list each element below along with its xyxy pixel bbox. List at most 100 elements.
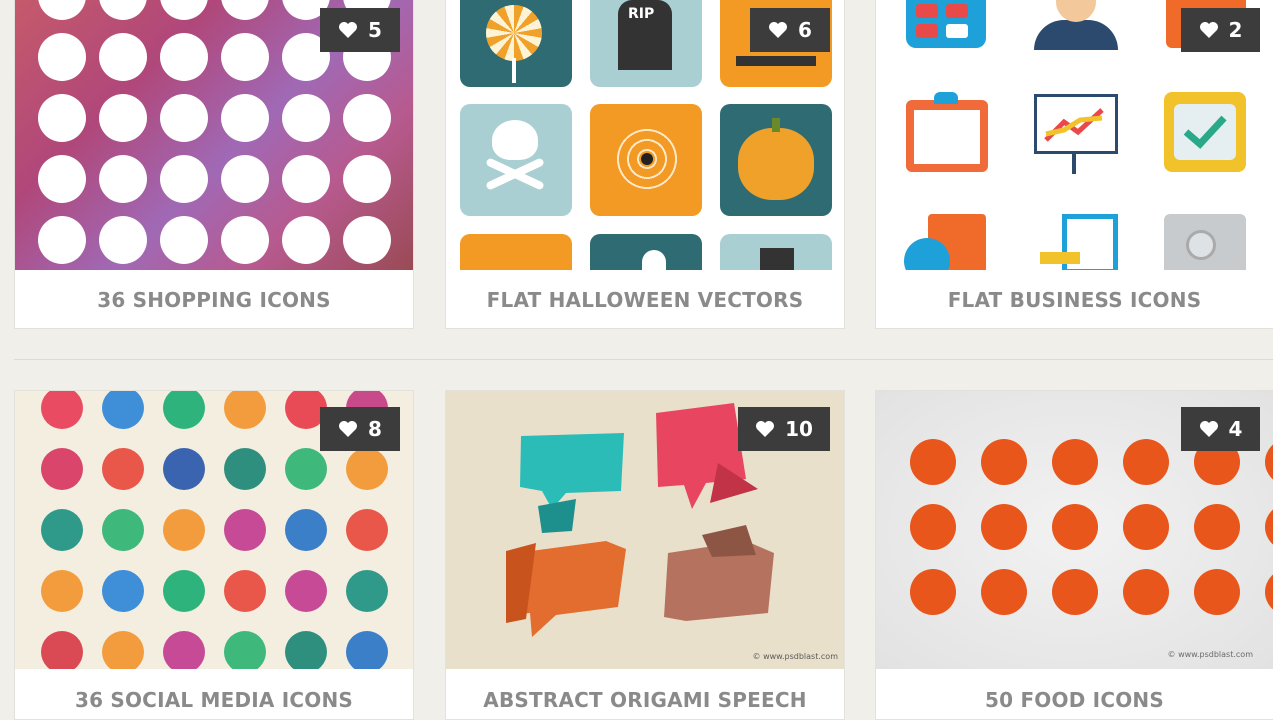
clipboard-paper bbox=[914, 110, 980, 164]
social-media-icon bbox=[163, 448, 205, 490]
calc-key bbox=[946, 24, 968, 38]
social-media-icon bbox=[163, 570, 205, 612]
shopping-icon bbox=[160, 216, 208, 264]
spider-icon bbox=[641, 153, 653, 165]
halloween-tile bbox=[460, 234, 572, 270]
food-icon bbox=[1052, 439, 1098, 485]
like-button[interactable]: 4 bbox=[1181, 407, 1260, 451]
calc-key bbox=[946, 4, 968, 18]
shopping-icon bbox=[38, 94, 86, 142]
shopping-icon bbox=[343, 155, 391, 203]
food-icon bbox=[1265, 504, 1273, 550]
social-media-icon bbox=[163, 509, 205, 551]
shopping-icon bbox=[221, 33, 269, 81]
social-media-icon bbox=[285, 509, 327, 551]
food-icon bbox=[981, 504, 1027, 550]
watermark-text: © www.psdblast.com bbox=[752, 652, 838, 661]
shopping-icon bbox=[343, 216, 391, 264]
card-title[interactable]: 36 SHOPPING ICONS bbox=[15, 288, 413, 312]
social-media-icon bbox=[163, 391, 205, 429]
social-media-icon bbox=[41, 631, 83, 669]
like-count: 2 bbox=[1228, 18, 1243, 42]
heart-icon bbox=[756, 421, 775, 437]
calc-key bbox=[916, 24, 938, 38]
clipboard-clip bbox=[934, 92, 958, 104]
growth-chart-icon bbox=[1044, 108, 1104, 142]
checkmark-icon bbox=[1183, 115, 1227, 149]
shopping-icon bbox=[160, 33, 208, 81]
shopping-icon bbox=[99, 33, 147, 81]
food-icon bbox=[910, 504, 956, 550]
food-icon bbox=[910, 439, 956, 485]
social-media-icon bbox=[41, 570, 83, 612]
shopping-icon bbox=[38, 216, 86, 264]
social-media-icon bbox=[224, 448, 266, 490]
social-media-icon bbox=[41, 448, 83, 490]
skull-icon bbox=[492, 120, 538, 160]
shopping-icon bbox=[99, 216, 147, 264]
shopping-icon bbox=[38, 155, 86, 203]
shopping-icon bbox=[343, 94, 391, 142]
like-button[interactable]: 8 bbox=[320, 407, 400, 451]
ghost-icon bbox=[642, 250, 666, 270]
card-title[interactable]: ABSTRACT ORIGAMI SPEECH bbox=[446, 688, 844, 712]
food-icon bbox=[1052, 504, 1098, 550]
food-icon bbox=[1194, 569, 1240, 615]
lollipop-stick bbox=[512, 58, 516, 83]
heart-icon bbox=[1199, 421, 1218, 437]
heart-icon bbox=[339, 421, 358, 437]
pumpkin-stem bbox=[772, 118, 780, 132]
businessman-head bbox=[1056, 0, 1096, 22]
transfer-arrow bbox=[1040, 252, 1080, 264]
like-button[interactable]: 2 bbox=[1181, 8, 1260, 52]
social-media-icon bbox=[163, 631, 205, 669]
food-icon bbox=[1265, 439, 1273, 485]
food-icon bbox=[1052, 569, 1098, 615]
pumpkin-icon bbox=[738, 128, 814, 200]
like-count: 10 bbox=[785, 417, 813, 441]
social-media-icon bbox=[346, 448, 388, 490]
shopping-icon bbox=[160, 94, 208, 142]
shopping-icon bbox=[99, 0, 147, 20]
businessman-icon bbox=[1034, 20, 1118, 50]
food-icon bbox=[1123, 439, 1169, 485]
shopping-icon bbox=[38, 33, 86, 81]
shopping-icon bbox=[160, 0, 208, 20]
witch-hat-icon bbox=[736, 56, 816, 66]
social-media-icon bbox=[346, 631, 388, 669]
like-button[interactable]: 6 bbox=[750, 8, 830, 52]
like-count: 6 bbox=[798, 18, 812, 42]
shopping-icon bbox=[99, 155, 147, 203]
food-icon bbox=[910, 569, 956, 615]
card-title[interactable]: FLAT BUSINESS ICONS bbox=[876, 288, 1273, 312]
food-icon bbox=[1123, 504, 1169, 550]
social-media-icon bbox=[102, 391, 144, 429]
social-media-icon bbox=[285, 570, 327, 612]
card-title[interactable]: 50 FOOD ICONS bbox=[876, 688, 1273, 712]
like-count: 5 bbox=[368, 18, 382, 42]
social-media-icon bbox=[346, 509, 388, 551]
like-button[interactable]: 10 bbox=[738, 407, 830, 451]
card-title[interactable]: 36 SOCIAL MEDIA ICONS bbox=[15, 688, 413, 712]
card-title[interactable]: FLAT HALLOWEEN VECTORS bbox=[446, 288, 844, 312]
food-icon bbox=[1265, 569, 1273, 615]
social-media-icon bbox=[224, 631, 266, 669]
board-stand bbox=[1072, 154, 1076, 174]
shopping-icon bbox=[221, 216, 269, 264]
shopping-icon bbox=[160, 155, 208, 203]
social-media-icon bbox=[102, 509, 144, 551]
social-media-icon bbox=[346, 570, 388, 612]
lollipop-icon bbox=[486, 5, 542, 61]
tombstone-text: RIP bbox=[628, 6, 655, 22]
social-media-icon bbox=[224, 509, 266, 551]
heart-icon bbox=[339, 22, 358, 38]
like-count: 4 bbox=[1228, 417, 1243, 441]
watermark-text: © www.psdblast.com bbox=[1167, 650, 1253, 659]
heart-icon bbox=[769, 22, 788, 38]
food-icon bbox=[981, 439, 1027, 485]
food-icon bbox=[1123, 569, 1169, 615]
social-media-icon bbox=[224, 570, 266, 612]
like-count: 8 bbox=[368, 417, 382, 441]
like-button[interactable]: 5 bbox=[320, 8, 400, 52]
social-media-icon bbox=[224, 391, 266, 429]
